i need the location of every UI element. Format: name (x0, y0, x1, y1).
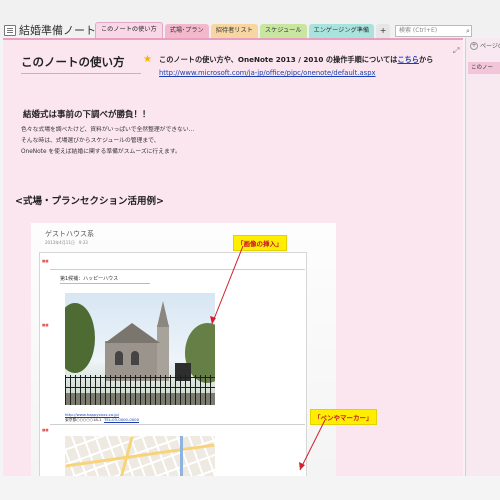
add-page-label: ページの (480, 43, 500, 50)
table-divider (50, 269, 305, 270)
intro-suffix: から (418, 55, 434, 64)
bottom-bar (0, 476, 500, 500)
venue-address: 東京都○○○○○18-1 TEL:03-0000-0000 (65, 417, 139, 423)
star-icon: ★ (143, 54, 152, 65)
expand-icon[interactable]: ⤢ (453, 46, 459, 56)
table-divider (50, 424, 305, 425)
image-insert-callout: 「画像の挿入」 (233, 235, 287, 251)
address-text: 東京都○○○○○18-1 (65, 417, 102, 422)
side-mark: ■■ (42, 323, 49, 327)
inner-table: ■■ ■■ ■■ 第1候補：ハッピーハウス http://www.happyxx… (39, 252, 307, 476)
section-tabs: このノートの使い方 式場･プラン 招待者リスト スケジュール エンゲージング準備… (95, 22, 392, 38)
page-list-item[interactable]: このノー (468, 62, 500, 74)
add-page-button[interactable]: + ページの (470, 41, 500, 50)
tab-venue-plan[interactable]: 式場･プラン (164, 24, 209, 38)
paragraph-line: そんな時は、式場選びからスケジュールの管理まで、 (21, 138, 160, 144)
tab-schedule[interactable]: スケジュール (259, 24, 307, 38)
example-screenshot: ゲストハウス系 2013年4月11日 9:33 ■■ ■■ ■■ 第1候補：ハッ… (31, 223, 336, 476)
page-list-panel: + ページの このノー (465, 38, 500, 476)
inner-page-title: ゲストハウス系 (45, 230, 94, 238)
venue-map (65, 436, 215, 476)
side-mark: ■■ (42, 428, 49, 432)
notebook-selector[interactable]: 結婚準備ノート ▼ (4, 22, 105, 38)
intro-text: このノートの使い方や、OneNote 2013 / 2010 の操作手順について… (159, 55, 433, 65)
candidate-title: 第1候補：ハッピーハウス (60, 276, 119, 282)
paragraph-line: 色々な式場を調べたけど、資料がいっぱいで全然整理ができない… (21, 127, 195, 133)
page-title: このノートの使い方 (21, 55, 125, 69)
tab-guest-list[interactable]: 招待者リスト (210, 24, 258, 38)
subheading: 結婚式は事前の下調べが勝負！！ (23, 110, 151, 120)
title-underline (21, 73, 141, 74)
section-heading: <式場・プランセクション活用例> (15, 196, 164, 207)
phone-link[interactable]: TEL:03-0000-0000 (104, 417, 139, 422)
notebook-icon (4, 24, 16, 36)
intro-prefix: このノートの使い方や、OneNote 2013 / 2010 の操作手順について… (159, 55, 398, 64)
title-bar: 結婚準備ノート ▼ このノートの使い方 式場･プラン 招待者リスト スケジュール… (0, 0, 500, 38)
note-page: このノートの使い方 ⤢ ★ このノートの使い方や、OneNote 2013 / … (3, 38, 463, 476)
church-photo (65, 293, 215, 405)
plus-icon: + (470, 41, 478, 50)
add-section-button[interactable]: + (376, 24, 391, 38)
intro-link[interactable]: こちら (397, 55, 419, 64)
tab-engagement[interactable]: エンゲージング準備 (308, 24, 375, 38)
side-mark: ■■ (42, 259, 49, 263)
tab-usage[interactable]: このノートの使い方 (95, 22, 163, 38)
pen-marker-callout: 「ペンやマーカー」 (310, 409, 377, 425)
search-icon[interactable]: ⌕ (463, 25, 473, 37)
search-input[interactable]: 検索 (Ctrl+E) (395, 25, 472, 37)
paragraph-line: OneNote を使えば結婚に関する準備がスムーズに行えます。 (21, 149, 181, 155)
help-url-link[interactable]: http://www.microsoft.com/ja-jp/office/pi… (159, 69, 376, 77)
inner-date: 2013年4月11日 9:33 (45, 240, 88, 245)
notebook-title: 結婚準備ノート (19, 24, 96, 37)
